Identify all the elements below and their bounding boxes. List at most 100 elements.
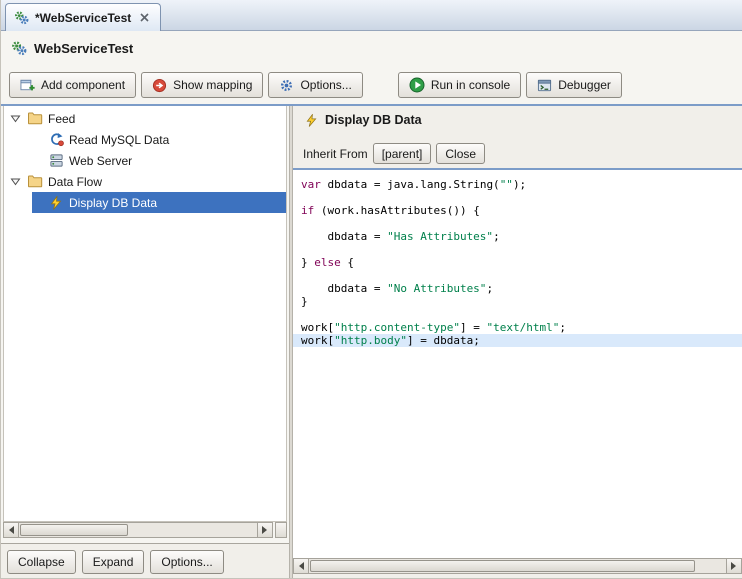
code-line[interactable] — [301, 217, 742, 230]
debugger-button[interactable]: Debugger — [526, 72, 622, 98]
tree-item-read-mysql-data[interactable]: Read MySQL Data — [4, 129, 286, 150]
code-line[interactable]: } — [301, 295, 742, 308]
web-server-icon — [48, 153, 64, 168]
code-line[interactable]: var dbdata = java.lang.String(""); — [301, 178, 742, 191]
run-in-console-button[interactable]: Run in console — [397, 72, 522, 98]
code-token: else — [314, 256, 341, 269]
tree-item-label: Feed — [48, 111, 76, 126]
inherit-from-label: Inherit From — [303, 146, 368, 161]
tree-item-label: Display DB Data — [69, 195, 158, 210]
code-token: ; — [486, 282, 494, 295]
code-token: if — [301, 204, 315, 217]
editor-content: WebServiceTest Add component Show mappin… — [1, 31, 742, 578]
component-tree: Feed Read MySQL Data Web Server Data Flo… — [3, 106, 287, 522]
code-editor[interactable]: var dbdata = java.lang.String(""); if (wo… — [293, 170, 742, 558]
scroll-thumb[interactable] — [310, 560, 695, 572]
run-icon — [409, 77, 425, 93]
code-token: ; — [559, 321, 566, 334]
editor-title: Display DB Data — [325, 113, 422, 127]
code-line[interactable]: work["http.body"] = dbdata; — [293, 334, 742, 347]
tab-close-icon[interactable] — [137, 11, 151, 25]
mysql-data-icon — [48, 132, 64, 147]
main-area: Feed Read MySQL Data Web Server Data Flo… — [1, 106, 742, 578]
button-label: Options... — [300, 78, 352, 92]
code-token: ; — [493, 230, 500, 243]
expander-icon[interactable] — [10, 114, 22, 123]
code-token: "No Attributes" — [387, 282, 487, 295]
debugger-icon — [538, 79, 552, 91]
code-token: work[ — [301, 321, 335, 334]
code-line[interactable]: } else { — [301, 256, 742, 269]
code-token: dbdata = — [301, 282, 388, 295]
code-hscrollbar[interactable] — [293, 558, 742, 574]
components-icon — [15, 11, 29, 25]
scroll-right-arrow[interactable] — [726, 559, 741, 573]
scroll-left-arrow[interactable] — [4, 523, 19, 537]
button-label: Show mapping — [173, 78, 253, 92]
button-label: Debugger — [558, 78, 611, 92]
code-token: "text/html" — [486, 321, 560, 334]
code-line[interactable]: work["http.content-type"] = "text/html"; — [301, 321, 742, 334]
code-token: (work.hasAttributes()) { — [314, 204, 480, 217]
tree-footer: Collapse Expand Options... — [1, 543, 289, 578]
code-token: var — [301, 178, 321, 191]
code-token: ] = — [459, 321, 487, 334]
collapse-button[interactable]: Collapse — [7, 550, 76, 574]
code-line[interactable] — [301, 308, 742, 321]
component-tree-panel: Feed Read MySQL Data Web Server Data Flo… — [1, 106, 289, 578]
show-mapping-button[interactable]: Show mapping — [141, 72, 264, 98]
code-line[interactable] — [301, 191, 742, 204]
app-window: *WebServiceTest WebServiceTest Add compo… — [0, 0, 742, 579]
code-token: ] = dbdata; — [406, 334, 480, 347]
code-token: "" — [499, 178, 513, 191]
editor-tab-bar: *WebServiceTest — [1, 0, 742, 31]
scroll-left-arrow[interactable] — [294, 559, 309, 573]
scroll-thumb[interactable] — [20, 524, 128, 536]
show-mapping-icon — [153, 78, 167, 92]
code-token: } — [301, 295, 308, 308]
editor-panel: Display DB Data Inherit From [parent] Cl… — [293, 106, 742, 578]
tab-title: *WebServiceTest — [35, 10, 132, 25]
code-token: dbdata = java.lang.String( — [320, 178, 500, 191]
code-line[interactable]: if (work.hasAttributes()) { — [301, 204, 742, 217]
add-component-button[interactable]: Add component — [9, 72, 137, 98]
code-line[interactable]: dbdata = "Has Attributes"; — [301, 230, 742, 243]
tree-item-display-db-data[interactable]: Display DB Data — [32, 192, 286, 213]
code-line[interactable]: dbdata = "No Attributes"; — [301, 282, 742, 295]
tree-item-label: Web Server — [69, 153, 133, 168]
code-token: dbdata = — [301, 230, 388, 243]
code-line[interactable] — [301, 269, 742, 282]
inherit-row: Inherit From [parent] Close — [303, 143, 486, 164]
bolt-icon — [306, 113, 317, 127]
expand-button[interactable]: Expand — [81, 550, 145, 574]
options-button[interactable]: Options... — [268, 72, 363, 98]
editor-tab[interactable]: *WebServiceTest — [5, 3, 162, 31]
folder-icon — [27, 111, 43, 126]
expander-icon[interactable] — [10, 177, 22, 186]
tree-options-button[interactable]: Options... — [150, 550, 224, 574]
button-label: Add component — [41, 78, 126, 92]
tree-item-web-server[interactable]: Web Server — [4, 150, 286, 171]
code-token: work[ — [301, 334, 335, 347]
components-icon — [12, 41, 27, 56]
close-button[interactable]: Close — [436, 143, 486, 164]
tree-item-label: Data Flow — [48, 174, 103, 189]
parent-button[interactable]: [parent] — [372, 143, 432, 164]
tree-hscrollbar[interactable] — [3, 522, 273, 538]
code-line[interactable] — [301, 243, 742, 256]
code-token: "http.content-type" — [334, 321, 460, 334]
scroll-corner — [275, 522, 287, 538]
bolt-icon — [48, 195, 64, 210]
page-title: WebServiceTest — [34, 40, 134, 56]
page-title-row: WebServiceTest — [11, 40, 133, 56]
scroll-right-arrow[interactable] — [257, 523, 272, 537]
code-token: "http.body" — [334, 334, 407, 347]
toolbar: Add component Show mapping Options... Ru… — [9, 72, 622, 98]
tree-item-data-flow[interactable]: Data Flow — [4, 171, 286, 192]
folder-icon — [27, 174, 43, 189]
code-token: } — [301, 256, 315, 269]
code-token: "Has Attributes" — [387, 230, 494, 243]
button-label: Run in console — [430, 78, 511, 92]
tree-item-feed[interactable]: Feed — [4, 108, 286, 129]
editor-header: Display DB Data — [305, 113, 422, 127]
